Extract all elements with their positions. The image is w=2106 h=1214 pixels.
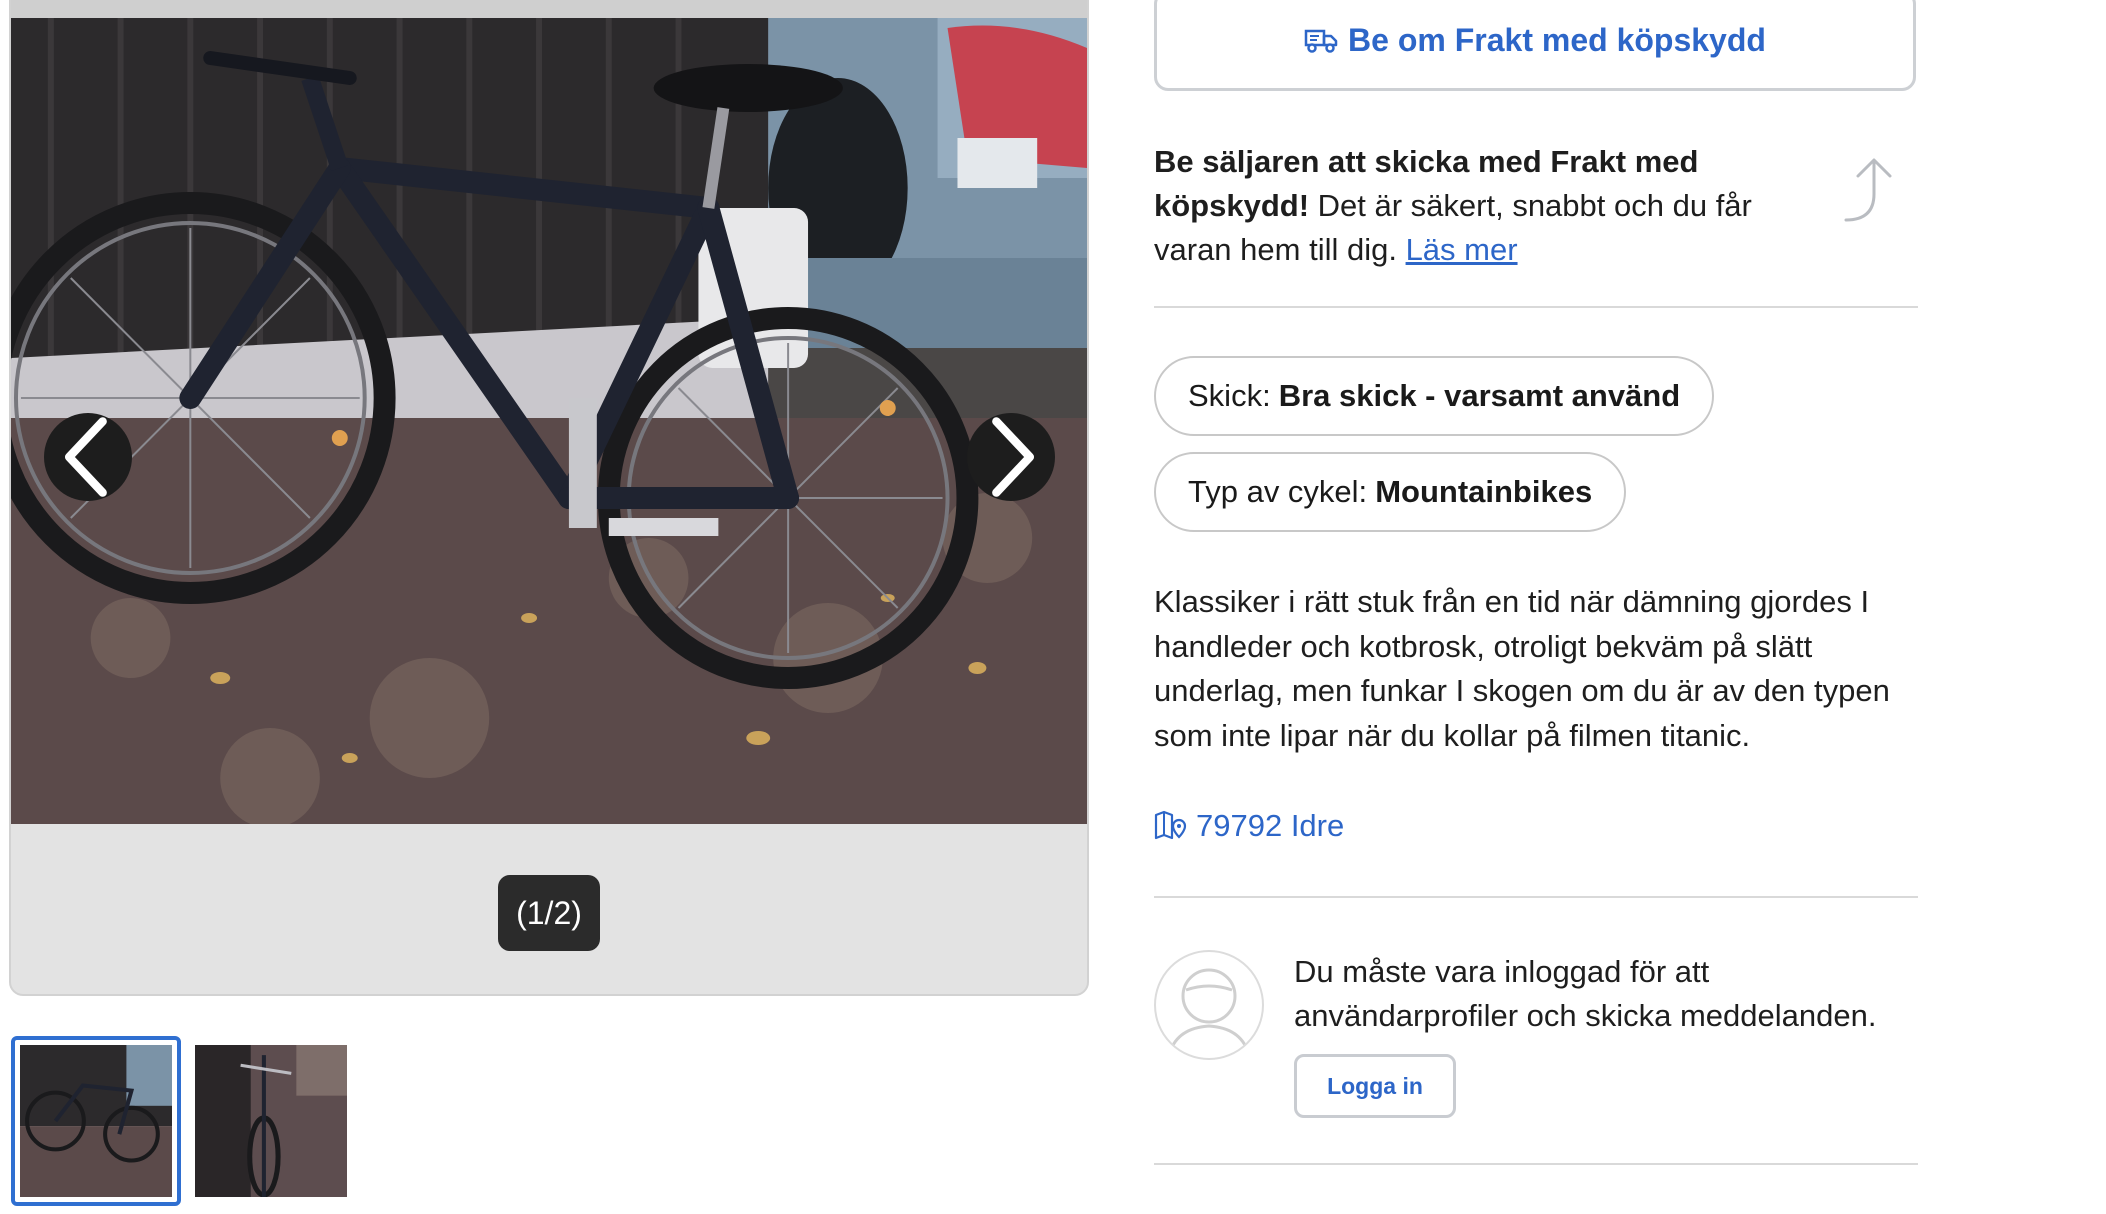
chevron-left-icon xyxy=(64,417,107,497)
image-counter: (1/2) xyxy=(498,875,600,951)
divider xyxy=(1154,896,1918,898)
user-avatar-icon xyxy=(1168,968,1250,1053)
condition-chip: Skick: Bra skick - varsamt använd xyxy=(1154,356,1715,436)
request-shipping-button[interactable]: Be om Frakt med köpskydd xyxy=(1154,0,1916,91)
divider xyxy=(1154,1163,1918,1165)
request-shipping-label: Be om Frakt med köpskydd xyxy=(1348,22,1766,58)
read-more-link[interactable]: Läs mer xyxy=(1406,232,1518,267)
login-button[interactable]: Logga in xyxy=(1294,1054,1456,1118)
thumbnail-image-2 xyxy=(195,1045,347,1197)
map-pin-icon xyxy=(1154,810,1187,840)
location-link[interactable]: 79792 Idre xyxy=(1154,808,1344,844)
thumbnail-2[interactable] xyxy=(195,1045,347,1197)
condition-value: Bra skick - varsamt använd xyxy=(1278,378,1681,413)
next-image-button[interactable] xyxy=(967,413,1055,501)
login-required-message: Du måste vara inloggad för att användarp… xyxy=(1294,954,1877,1033)
listing-description: Klassiker i rätt stuk från en tid när dä… xyxy=(1154,584,1890,753)
bike-type-value: Mountainbikes xyxy=(1375,474,1593,509)
condition-label: Skick: xyxy=(1188,378,1271,413)
image-gallery: (1/2) xyxy=(9,0,1089,996)
chevron-right-icon xyxy=(992,417,1035,497)
divider xyxy=(1154,306,1918,308)
thumbnail-1[interactable] xyxy=(11,1036,181,1206)
bicycle-photo xyxy=(11,18,1087,824)
bike-type-label: Typ av cykel: xyxy=(1188,474,1368,509)
location-text: 79792 Idre xyxy=(1196,808,1345,843)
bike-type-chip: Typ av cykel: Mountainbikes xyxy=(1154,452,1627,532)
gallery-top-strip xyxy=(11,0,1087,18)
truck-icon xyxy=(1304,29,1338,53)
shipping-promo: Be säljaren att skicka med Frakt med köp… xyxy=(1154,140,1794,272)
main-photo[interactable] xyxy=(11,18,1087,824)
avatar xyxy=(1154,950,1264,1060)
previous-image-button[interactable] xyxy=(44,413,132,501)
curved-arrow-up-icon xyxy=(1844,158,1892,222)
thumbnail-image-1 xyxy=(20,1045,172,1197)
